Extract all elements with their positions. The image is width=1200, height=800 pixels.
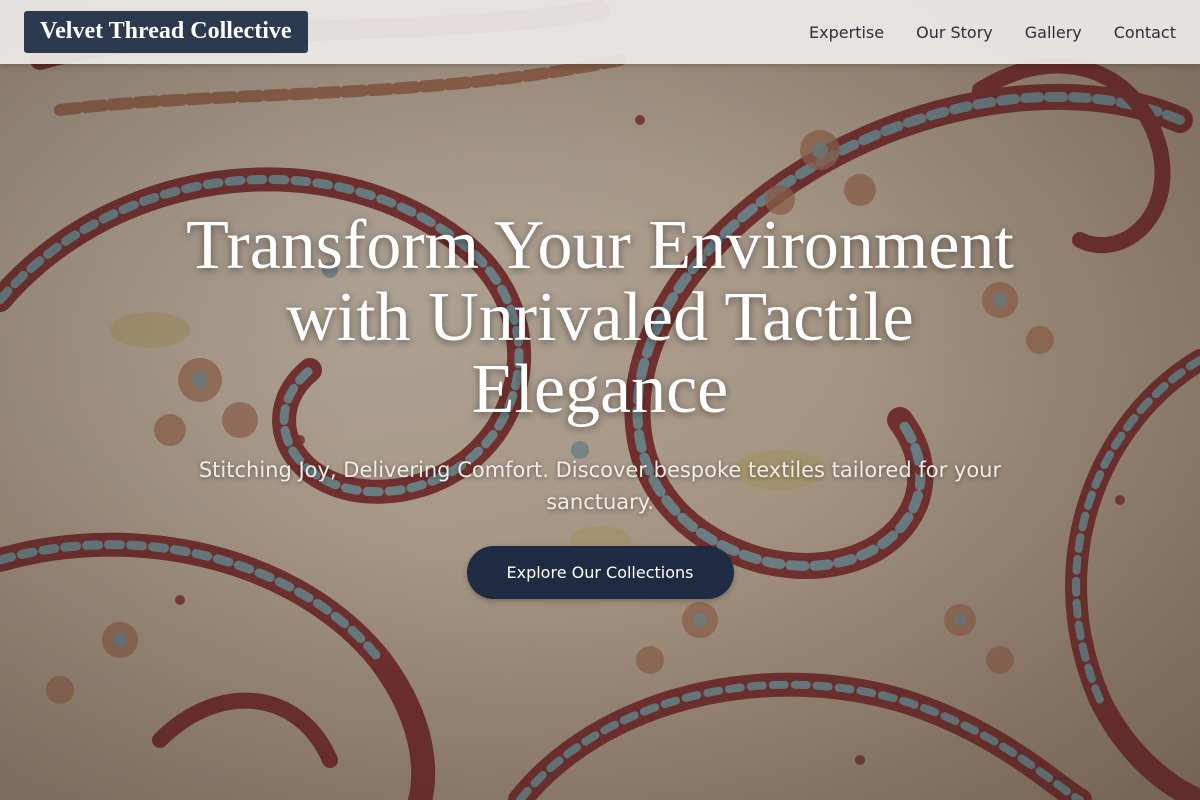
explore-collections-button[interactable]: Explore Our Collections — [466, 546, 734, 599]
hero-content: Transform Your Environment with Unrivale… — [100, 210, 1100, 599]
nav-link-expertise[interactable]: Expertise — [809, 23, 884, 42]
nav-link-gallery[interactable]: Gallery — [1025, 23, 1082, 42]
brand-logo[interactable]: Velvet Thread Collective — [24, 11, 308, 53]
hero-subtitle: Stitching Joy, Delivering Comfort. Disco… — [198, 458, 1002, 514]
nav-link-contact[interactable]: Contact — [1114, 23, 1176, 42]
site-header: Velvet Thread Collective Expertise Our S… — [0, 0, 1200, 64]
nav-link-our-story[interactable]: Our Story — [916, 23, 993, 42]
main-nav: Expertise Our Story Gallery Contact — [809, 23, 1176, 42]
hero-headline: Transform Your Environment with Unrivale… — [186, 207, 1014, 428]
